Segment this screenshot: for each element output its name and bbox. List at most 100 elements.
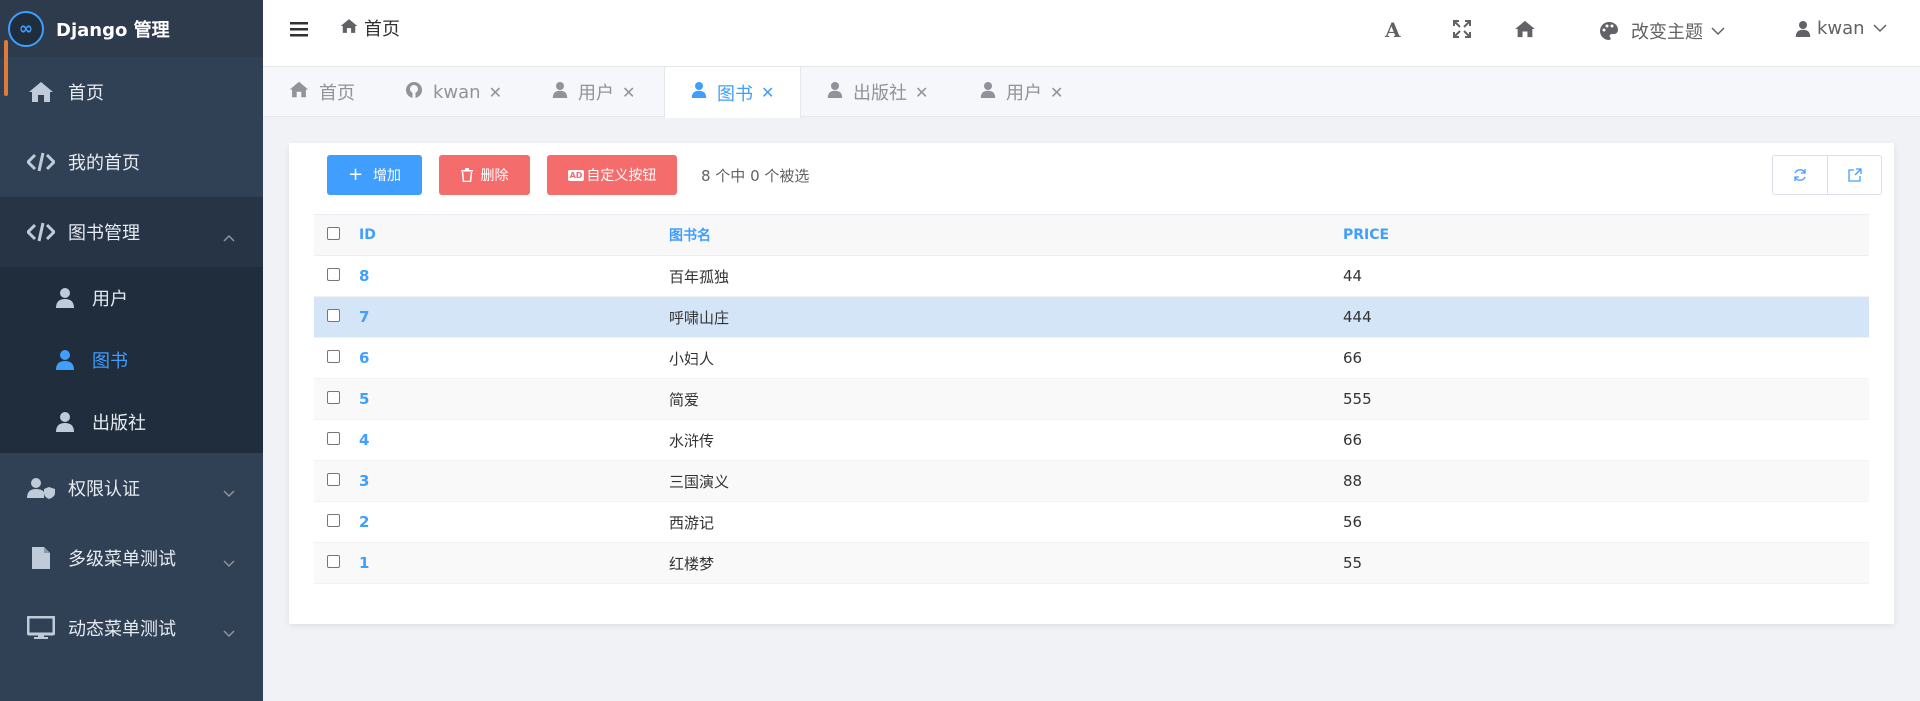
row-checkbox[interactable] <box>327 514 340 527</box>
sidebar-item-label: 出版社 <box>92 413 146 434</box>
close-icon[interactable]: ✕ <box>622 83 635 102</box>
close-icon[interactable]: ✕ <box>761 83 774 102</box>
row-price: 444 <box>1343 296 1869 338</box>
tab-label: 用户 <box>578 83 614 104</box>
row-id-link[interactable]: 3 <box>359 460 669 502</box>
column-header-name[interactable]: 图书名 <box>669 214 1343 256</box>
sidebar-item-my-home[interactable]: 我的首页 <box>0 127 263 197</box>
tab-book[interactable]: 图书 ✕ <box>664 67 801 118</box>
top-header: 首页 A 改变主题 kwan <box>263 0 1920 67</box>
chevron-down-icon <box>223 552 235 573</box>
desktop-icon <box>26 616 56 640</box>
row-id-link[interactable]: 2 <box>359 501 669 543</box>
select-all-cell <box>314 214 359 256</box>
table-row[interactable]: 5 简爱 555 <box>314 378 1869 420</box>
refresh-icon[interactable] <box>1773 156 1827 194</box>
chevron-up-icon <box>223 226 235 247</box>
sidebar-subitem-book[interactable]: 图书 <box>0 329 263 391</box>
custom-button[interactable]: AD 自定义按钮 <box>547 155 677 195</box>
tab-user-2[interactable]: 用户 ✕ <box>980 67 1063 117</box>
code-icon <box>26 222 56 242</box>
row-id-link[interactable]: 1 <box>359 542 669 584</box>
chevron-down-icon <box>223 482 235 503</box>
sidebar-subitem-publisher[interactable]: 出版社 <box>0 391 263 453</box>
column-header-price[interactable]: PRICE <box>1343 214 1869 256</box>
user-icon <box>552 81 568 104</box>
sidebar-group-book-management[interactable]: 图书管理 <box>0 197 263 267</box>
tab-user[interactable]: 用户 ✕ <box>552 67 635 117</box>
sidebar-item-label: 首页 <box>68 83 104 104</box>
home-icon[interactable] <box>1514 20 1536 38</box>
tab-label: 用户 <box>1006 83 1042 104</box>
table-row[interactable]: 8 百年孤独 44 <box>314 255 1869 297</box>
row-id-link[interactable]: 8 <box>359 255 669 297</box>
row-price: 56 <box>1343 501 1869 543</box>
tab-label: kwan <box>433 81 481 103</box>
close-icon[interactable]: ✕ <box>915 83 928 102</box>
theme-dropdown[interactable]: 改变主题 <box>1599 18 1725 44</box>
row-price: 66 <box>1343 337 1869 379</box>
table-row[interactable]: 7 呼啸山庄 444 <box>314 296 1869 338</box>
table-row[interactable]: 3 三国演义 88 <box>314 460 1869 502</box>
row-checkbox[interactable] <box>327 555 340 568</box>
close-icon[interactable]: ✕ <box>489 83 502 102</box>
sidebar-item-label: 多级菜单测试 <box>68 549 176 570</box>
sidebar-group-dynamic-menu[interactable]: 动态菜单测试 <box>0 593 263 663</box>
row-price: 44 <box>1343 255 1869 297</box>
books-table: ID 图书名 PRICE 8 百年孤独 44 7 呼啸山庄 444 6 小妇人 <box>314 214 1869 584</box>
row-id-link[interactable]: 6 <box>359 337 669 379</box>
sidebar-group-multi-menu[interactable]: 多级菜单测试 <box>0 523 263 593</box>
hamburger-icon[interactable] <box>290 20 308 38</box>
tab-home[interactable]: 首页 <box>289 67 355 117</box>
row-checkbox[interactable] <box>327 268 340 281</box>
table-row[interactable]: 2 西游记 56 <box>314 501 1869 543</box>
row-name: 红楼梦 <box>669 542 1343 584</box>
add-button[interactable]: + 增加 <box>327 155 422 195</box>
delete-button[interactable]: 删除 <box>439 155 530 195</box>
sidebar-item-home[interactable]: 首页 <box>0 57 263 127</box>
sidebar-group-permission[interactable]: 权限认证 <box>0 453 263 523</box>
row-checkbox[interactable] <box>327 350 340 363</box>
row-checkbox[interactable] <box>327 473 340 486</box>
row-checkbox[interactable] <box>327 432 340 445</box>
font-size-icon[interactable]: A <box>1385 18 1401 42</box>
export-icon[interactable] <box>1827 156 1881 194</box>
table-tools <box>1772 155 1882 195</box>
row-name: 三国演义 <box>669 460 1343 502</box>
row-id-link[interactable]: 4 <box>359 419 669 461</box>
sidebar-item-label: 我的首页 <box>68 153 140 174</box>
sidebar-item-label: 图书管理 <box>68 223 140 244</box>
row-name: 小妇人 <box>669 337 1343 379</box>
user-icon <box>54 349 76 371</box>
close-icon[interactable]: ✕ <box>1050 83 1063 102</box>
row-checkbox[interactable] <box>327 309 340 322</box>
row-checkbox[interactable] <box>327 391 340 404</box>
tab-kwan[interactable]: kwan ✕ <box>405 67 502 117</box>
sidebar-subitem-user[interactable]: 用户 <box>0 267 263 329</box>
file-icon <box>26 546 56 570</box>
custom-button-label: 自定义按钮 <box>586 168 657 184</box>
row-id-link[interactable]: 7 <box>359 296 669 338</box>
row-name: 简爱 <box>669 378 1343 420</box>
ad-icon: AD <box>567 169 585 181</box>
row-id-link[interactable]: 5 <box>359 378 669 420</box>
chevron-down-icon <box>1873 24 1887 33</box>
table-row[interactable]: 4 水浒传 66 <box>314 419 1869 461</box>
table-row[interactable]: 1 红楼梦 55 <box>314 542 1869 584</box>
tab-publisher[interactable]: 出版社 ✕ <box>827 67 928 117</box>
breadcrumb: 首页 <box>340 15 400 41</box>
row-name: 西游记 <box>669 501 1343 543</box>
tab-bar: 首页 kwan ✕ 用户 ✕ 图书 ✕ 出版社 ✕ 用户 ✕ <box>263 67 1920 118</box>
user-icon <box>980 81 996 104</box>
user-dropdown[interactable]: kwan <box>1795 18 1887 39</box>
user-icon <box>827 81 843 104</box>
app-logo-bar[interactable]: ∞ Django 管理 <box>0 0 263 96</box>
sidebar: ∞ Django 管理 首页 我的首页 图书管理 用户 图书 出版社 权限认证 … <box>0 0 263 701</box>
table-row[interactable]: 6 小妇人 66 <box>314 337 1869 379</box>
row-name: 水浒传 <box>669 419 1343 461</box>
select-all-checkbox[interactable] <box>327 226 340 240</box>
fullscreen-icon[interactable] <box>1453 20 1471 38</box>
breadcrumb-home[interactable]: 首页 <box>364 15 400 41</box>
column-header-id[interactable]: ID <box>359 214 669 256</box>
user-icon <box>1795 20 1811 38</box>
